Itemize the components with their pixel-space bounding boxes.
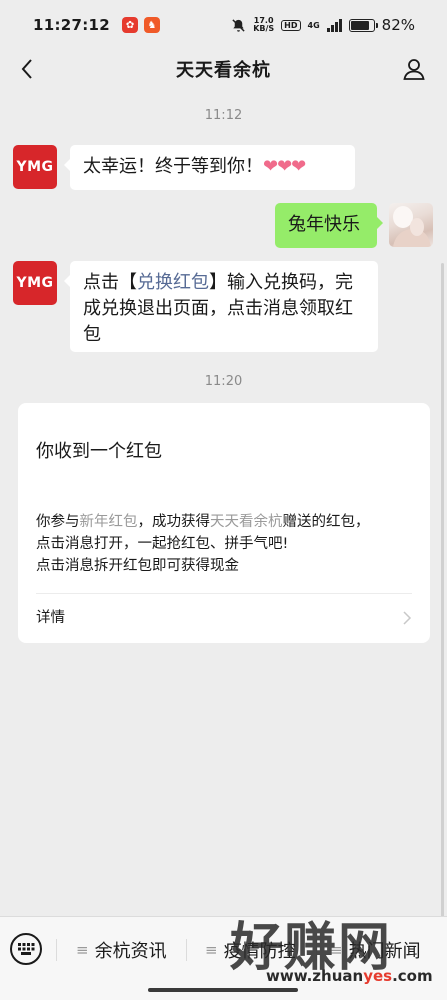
card-detail-link[interactable]: 详情 bbox=[36, 603, 65, 633]
scrollbar[interactable] bbox=[441, 263, 444, 943]
status-time: 11:27:12 bbox=[33, 16, 111, 34]
mute-bell-icon bbox=[232, 18, 245, 32]
card-body-line: 点击消息打开，一起抢红包、拼手气吧! bbox=[36, 536, 289, 552]
divider bbox=[186, 939, 187, 961]
bottom-menu: ≡ 余杭资讯 ≡ 疫情防控 ≡ 热门新闻 bbox=[0, 916, 447, 1000]
battery-icon bbox=[348, 18, 378, 32]
menu-item-label: 疫情防控 bbox=[223, 941, 296, 962]
message-timestamp: 11:12 bbox=[204, 108, 243, 123]
sender-avatar[interactable]: YMG bbox=[13, 261, 57, 305]
network-speed: 17.0 KB/S bbox=[253, 17, 274, 33]
card-body-line: 点击消息拆开红包即可获得现金 bbox=[36, 558, 239, 574]
redeem-link[interactable]: 兑换红包 bbox=[137, 272, 209, 293]
divider bbox=[36, 593, 412, 594]
network-type: 4G bbox=[307, 20, 320, 30]
app-notification-icon: ✿ bbox=[122, 17, 139, 33]
user-photo bbox=[393, 206, 431, 247]
menu-item-epidemic[interactable]: ≡ 疫情防控 bbox=[205, 933, 296, 967]
chevron-right-icon bbox=[403, 611, 412, 625]
red-packet-card[interactable]: 你收到一个红包 你参与新年红包，成功获得天天看余杭赠送的红包， 点击消息打开，一… bbox=[18, 403, 430, 643]
status-right: 17.0 KB/S HD 4G 82% bbox=[231, 16, 415, 34]
message-timestamp: 11:20 bbox=[204, 374, 243, 389]
menu-item-news[interactable]: ≡ 余杭资讯 bbox=[76, 933, 167, 967]
keyboard-icon bbox=[18, 943, 35, 955]
account-name-link: 天天看余杭 bbox=[210, 514, 283, 530]
menu-item-label: 热门新闻 bbox=[348, 941, 421, 962]
notification-icons: ✿ ♞ bbox=[122, 17, 161, 33]
battery-percent: 82% bbox=[381, 16, 415, 34]
menu-lines-icon: ≡ bbox=[330, 941, 343, 959]
sender-avatar-text: YMG bbox=[16, 159, 54, 175]
message-text: 兔年快乐 bbox=[288, 214, 360, 235]
menu-lines-icon: ≡ bbox=[76, 941, 89, 959]
new-year-red-packet-link: 新年红包 bbox=[79, 514, 138, 530]
chat-area[interactable]: 11:12 YMG 太幸运！终于等到你！❤❤❤ 兔年快乐 YMG 点击【兑换红包… bbox=[0, 88, 447, 943]
app-notification-icon: ♞ bbox=[144, 17, 161, 33]
hd-badge: HD bbox=[281, 19, 301, 31]
menu-item-hot-news[interactable]: ≡ 热门新闻 bbox=[330, 933, 421, 967]
page-title: 天天看余杭 bbox=[176, 60, 271, 81]
card-title: 你收到一个红包 bbox=[36, 441, 162, 462]
divider bbox=[316, 939, 317, 961]
sender-avatar[interactable]: YMG bbox=[13, 145, 57, 189]
nav-bar: 天天看余杭 bbox=[0, 50, 447, 88]
message-text: 太幸运！终于等到你！ bbox=[83, 156, 263, 177]
network-speed-unit: KB/S bbox=[253, 24, 275, 33]
profile-button[interactable] bbox=[399, 54, 429, 84]
person-icon bbox=[403, 59, 425, 80]
user-avatar[interactable] bbox=[389, 203, 433, 247]
sender-avatar-text: YMG bbox=[16, 275, 54, 291]
card-body: 你参与新年红包，成功获得天天看余杭赠送的红包， 点击消息打开，一起抢红包、拼手气… bbox=[36, 511, 412, 577]
message-bubble-self[interactable]: 兔年快乐 bbox=[275, 203, 383, 248]
message-bubble[interactable]: 太幸运！终于等到你！❤❤❤ bbox=[64, 145, 355, 190]
back-button[interactable] bbox=[12, 54, 42, 84]
menu-item-label: 余杭资讯 bbox=[94, 941, 167, 962]
chevron-left-icon bbox=[21, 59, 32, 79]
hearts-emoji: ❤❤❤ bbox=[263, 156, 306, 177]
message-bubble[interactable]: 点击【兑换红包】输入兑换码，完成兑换退出页面，点击消息领取红包 bbox=[64, 261, 378, 352]
message-text: 点击【 bbox=[83, 272, 137, 293]
keyboard-toggle-button[interactable] bbox=[10, 933, 42, 965]
signal-icon bbox=[326, 18, 342, 32]
menu-lines-icon: ≡ bbox=[205, 941, 218, 959]
divider bbox=[56, 939, 57, 961]
home-indicator[interactable] bbox=[148, 988, 298, 992]
status-bar: 11:27:12 ✿ ♞ 17.0 KB/S HD 4G 82% bbox=[0, 0, 447, 50]
